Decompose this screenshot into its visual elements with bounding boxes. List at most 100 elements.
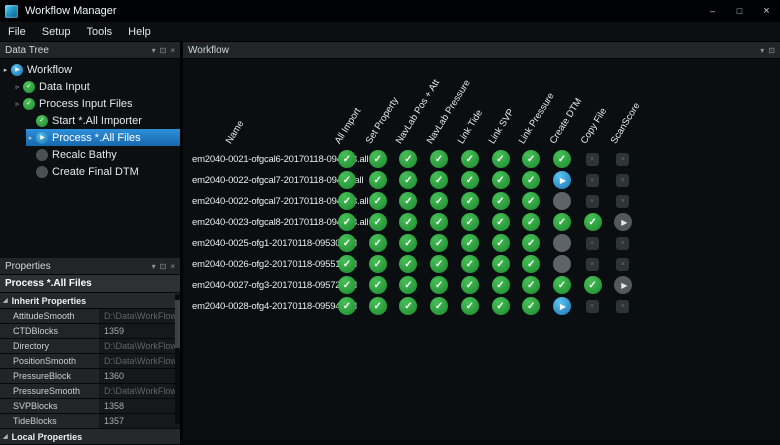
status-check-icon[interactable]: ✓ [369, 255, 387, 273]
status-check-icon[interactable]: ✓ [369, 297, 387, 315]
status-check-icon[interactable]: ✓ [553, 276, 571, 294]
section-collapse-icon[interactable]: ◢ [3, 433, 8, 440]
status-dim-icon[interactable]: × [586, 237, 599, 250]
property-row-svpblocks[interactable]: SVPBlocks 1358 [0, 399, 180, 414]
status-check-icon[interactable]: ✓ [430, 213, 448, 231]
property-row-positionsmooth[interactable]: PositionSmooth D:\Data\WorkFlowManag [0, 354, 180, 369]
status-check-icon[interactable]: ✓ [461, 150, 479, 168]
status-check-icon[interactable]: ✓ [430, 171, 448, 189]
status-grayplay-icon[interactable]: ▶ [614, 276, 632, 294]
status-check-icon[interactable]: ✓ [338, 255, 356, 273]
property-row-directory[interactable]: Directory D:\Data\WorkFlowManag [0, 339, 180, 354]
status-check-icon[interactable]: ✓ [461, 276, 479, 294]
tree-item-recalc-bathy[interactable]: Recalc Bathy [0, 146, 180, 163]
menu-item-help[interactable]: Help [120, 22, 159, 41]
status-check-icon[interactable]: ✓ [430, 234, 448, 252]
status-check-icon[interactable]: ✓ [461, 234, 479, 252]
status-check-icon[interactable]: ✓ [584, 276, 602, 294]
status-check-icon[interactable]: ✓ [430, 150, 448, 168]
tree-item-create-final-dtm[interactable]: Create Final DTM [0, 163, 180, 180]
status-pending-icon[interactable] [553, 255, 571, 273]
status-check-icon[interactable]: ✓ [399, 234, 417, 252]
maximize-button[interactable]: □ [726, 0, 753, 22]
pin-icon[interactable]: ⊡ [160, 262, 167, 271]
status-play-icon[interactable]: ▶ [553, 297, 571, 315]
file-name[interactable]: em2040-0028-ofg4-20170118-095943.all [192, 301, 357, 312]
property-value[interactable]: 1357 [99, 414, 180, 428]
status-check-icon[interactable]: ✓ [492, 150, 510, 168]
property-value[interactable]: 1358 [99, 399, 180, 413]
tree-item-workflow[interactable]: ▸ ▶ Workflow [0, 61, 180, 78]
menu-item-file[interactable]: File [0, 22, 34, 41]
pin-icon[interactable]: ⊡ [160, 46, 167, 55]
status-check-icon[interactable]: ✓ [369, 234, 387, 252]
chevron-down-icon[interactable]: ▾ [152, 46, 156, 55]
status-check-icon[interactable]: ✓ [338, 171, 356, 189]
property-row-tideblocks[interactable]: TideBlocks 1357 [0, 414, 180, 429]
status-dim-icon[interactable]: × [586, 258, 599, 271]
status-pending-icon[interactable] [553, 234, 571, 252]
tree-item-start-all-importer[interactable]: ✓ Start *.All Importer [0, 112, 180, 129]
status-check-icon[interactable]: ✓ [430, 297, 448, 315]
property-value[interactable]: D:\Data\WorkFlowManag [99, 339, 180, 353]
status-check-icon[interactable]: ✓ [430, 192, 448, 210]
status-check-icon[interactable]: ✓ [338, 276, 356, 294]
tree-expander-icon[interactable]: ▹ [13, 83, 22, 91]
tree-expander-icon[interactable]: ▸ [1, 66, 10, 74]
status-check-icon[interactable]: ✓ [584, 213, 602, 231]
status-check-icon[interactable]: ✓ [338, 234, 356, 252]
close-button[interactable]: × [753, 0, 780, 22]
status-check-icon[interactable]: ✓ [492, 192, 510, 210]
section-local-properties[interactable]: ◢ Local Properties [0, 429, 180, 445]
chevron-down-icon[interactable]: ▾ [760, 46, 764, 55]
status-check-icon[interactable]: ✓ [369, 171, 387, 189]
section-collapse-icon[interactable]: ◢ [3, 297, 8, 304]
property-row-ctdblocks[interactable]: CTDBlocks 1359 [0, 324, 180, 339]
status-dim-icon[interactable]: × [616, 300, 629, 313]
status-check-icon[interactable]: ✓ [399, 213, 417, 231]
status-dim-icon[interactable]: × [616, 237, 629, 250]
tree-expander-icon[interactable]: ▸ [26, 134, 35, 142]
tree-item-data-input[interactable]: ▹ ✓ Data Input [0, 78, 180, 95]
property-row-pressuresmooth[interactable]: PressureSmooth D:\Data\WorkFlowManag [0, 384, 180, 399]
status-check-icon[interactable]: ✓ [522, 171, 540, 189]
status-dim-icon[interactable]: × [616, 174, 629, 187]
property-row-attitudesmooth[interactable]: AttitudeSmooth D:\Data\WorkFlowManag [0, 309, 180, 324]
status-dim-icon[interactable]: × [586, 195, 599, 208]
status-check-icon[interactable]: ✓ [399, 255, 417, 273]
status-dim-icon[interactable]: × [586, 153, 599, 166]
status-check-icon[interactable]: ✓ [522, 255, 540, 273]
status-check-icon[interactable]: ✓ [461, 297, 479, 315]
minimize-button[interactable]: – [699, 0, 726, 22]
properties-scrollbar[interactable] [175, 294, 180, 424]
status-check-icon[interactable]: ✓ [399, 171, 417, 189]
status-check-icon[interactable]: ✓ [492, 213, 510, 231]
status-dim-icon[interactable]: × [616, 195, 629, 208]
status-dim-icon[interactable]: × [586, 174, 599, 187]
scrollbar-thumb[interactable] [175, 300, 180, 348]
tree-item-process-input-files[interactable]: ▹ ✓ Process Input Files [0, 95, 180, 112]
tree-item-process-all-files[interactable]: ▸ ▶ Process *.All Files [26, 129, 180, 146]
status-check-icon[interactable]: ✓ [399, 192, 417, 210]
close-icon[interactable]: × [170, 262, 175, 271]
status-check-icon[interactable]: ✓ [461, 171, 479, 189]
chevron-down-icon[interactable]: ▾ [152, 262, 156, 271]
status-check-icon[interactable]: ✓ [492, 297, 510, 315]
status-check-icon[interactable]: ✓ [461, 213, 479, 231]
status-check-icon[interactable]: ✓ [369, 276, 387, 294]
status-check-icon[interactable]: ✓ [492, 255, 510, 273]
status-check-icon[interactable]: ✓ [461, 255, 479, 273]
menu-item-tools[interactable]: Tools [78, 22, 120, 41]
status-dim-icon[interactable]: × [586, 300, 599, 313]
status-check-icon[interactable]: ✓ [553, 213, 571, 231]
status-check-icon[interactable]: ✓ [338, 150, 356, 168]
property-row-pressureblock[interactable]: PressureBlock 1360 [0, 369, 180, 384]
status-check-icon[interactable]: ✓ [522, 192, 540, 210]
file-name[interactable]: em2040-0025-ofg1-20170118-095300.all [192, 238, 357, 249]
section-inherit-properties[interactable]: ◢ Inherit Properties [0, 293, 180, 309]
status-check-icon[interactable]: ✓ [369, 213, 387, 231]
status-check-icon[interactable]: ✓ [492, 171, 510, 189]
status-check-icon[interactable]: ✓ [369, 192, 387, 210]
status-check-icon[interactable]: ✓ [369, 150, 387, 168]
status-check-icon[interactable]: ✓ [492, 276, 510, 294]
